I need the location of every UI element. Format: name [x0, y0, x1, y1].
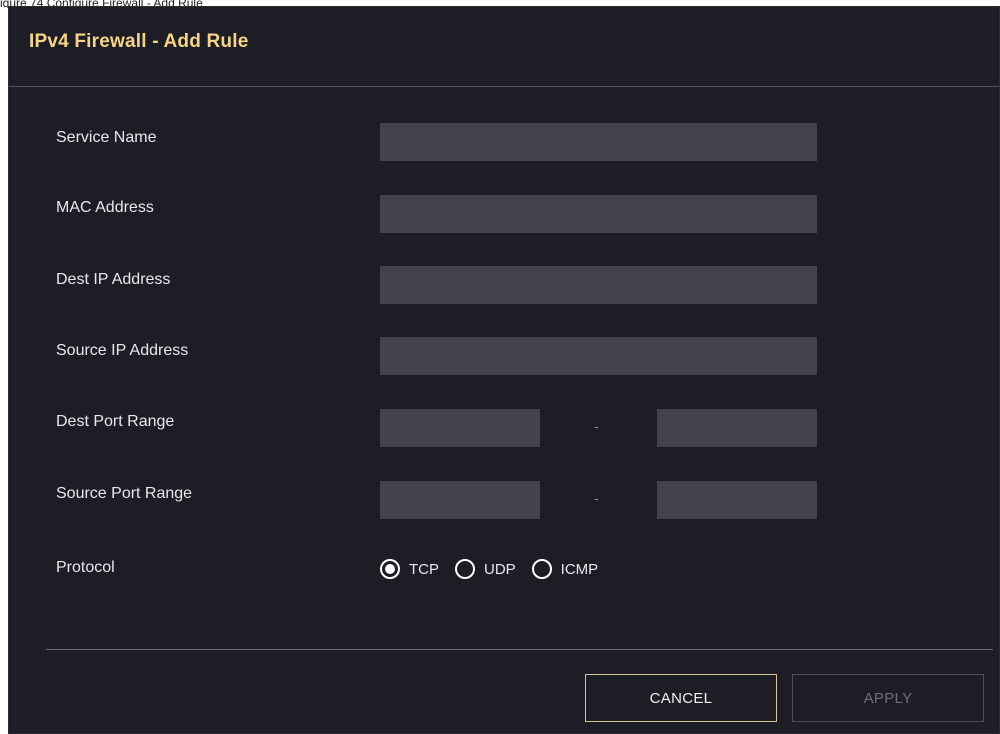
radio-unselected-icon[interactable] — [531, 559, 552, 579]
service-name-input[interactable] — [380, 123, 817, 161]
protocol-option-label: UDP — [484, 560, 516, 578]
source-ip-label: Source IP Address — [56, 342, 189, 359]
apply-button[interactable]: APPLY — [792, 674, 984, 722]
dest-port-from-input[interactable] — [380, 409, 540, 447]
add-rule-dialog: IPv4 Firewall - Add Rule Service Name MA… — [8, 6, 1000, 734]
cancel-button[interactable]: CANCEL — [585, 674, 777, 722]
radio-dot-icon — [385, 564, 395, 574]
dest-port-to-input[interactable] — [657, 409, 817, 447]
footer-divider — [46, 649, 993, 650]
dest-port-separator: - — [594, 418, 599, 434]
protocol-option-tcp[interactable]: TCP — [380, 559, 439, 579]
protocol-option-label: TCP — [409, 560, 439, 578]
radio-unselected-icon[interactable] — [455, 559, 475, 579]
radio-selected-icon[interactable] — [380, 559, 400, 579]
source-port-to-input[interactable] — [657, 481, 817, 519]
source-ip-input[interactable] — [380, 337, 817, 375]
protocol-radio-group: TCP UDP ICMP — [380, 555, 614, 583]
source-port-range-label: Source Port Range — [56, 485, 193, 502]
protocol-option-label: ICMP — [560, 560, 599, 578]
dialog-header: IPv4 Firewall - Add Rule — [9, 7, 999, 87]
protocol-option-icmp[interactable]: ICMP — [531, 559, 599, 579]
dest-ip-label: Dest IP Address — [56, 271, 171, 288]
dest-ip-input[interactable] — [380, 266, 817, 304]
protocol-option-udp[interactable]: UDP — [455, 559, 516, 579]
dialog-title: IPv4 Firewall - Add Rule — [29, 31, 249, 52]
source-port-separator: - — [594, 490, 599, 506]
dest-port-range-label: Dest Port Range — [56, 413, 175, 430]
source-port-from-input[interactable] — [380, 481, 540, 519]
mac-address-label: MAC Address — [56, 199, 154, 216]
service-name-label: Service Name — [56, 129, 157, 146]
mac-address-input[interactable] — [380, 195, 817, 233]
protocol-label: Protocol — [56, 559, 115, 576]
